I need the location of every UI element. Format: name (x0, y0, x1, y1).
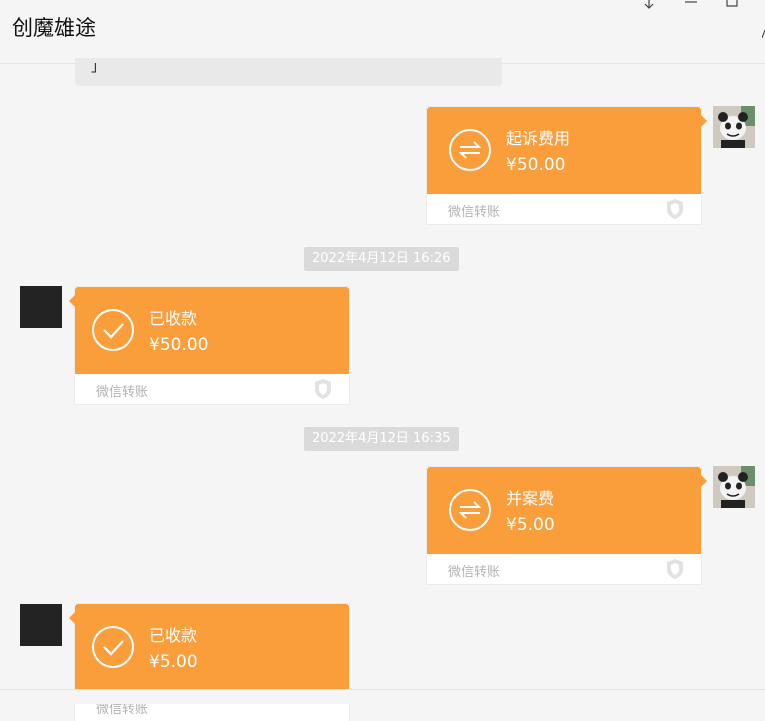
pin-icon[interactable] (641, 0, 657, 12)
bubble-tail (701, 475, 707, 487)
bubble-tail (69, 295, 75, 307)
shield-icon (667, 199, 683, 219)
received-card-body: 已收款 ¥50.00 (69, 287, 349, 374)
received-title: 已收款 (149, 309, 198, 328)
maximize-icon[interactable] (724, 0, 740, 12)
transfer-card[interactable]: 起诉费用 ¥50.00 微信转账 (427, 107, 707, 224)
avatar-contact[interactable] (20, 286, 62, 328)
previous-message-bubble[interactable]: 」 (75, 58, 502, 86)
check-icon (92, 626, 134, 668)
transfer-icon (449, 129, 491, 171)
check-icon (92, 309, 134, 351)
input-area-edge (0, 689, 765, 704)
shield-icon (315, 379, 331, 399)
transfer-amount: ¥50.00 (506, 155, 566, 175)
avatar-contact[interactable] (20, 604, 62, 646)
minimize-icon[interactable] (683, 0, 699, 12)
chat-title: 创魔雄途 (12, 16, 96, 40)
transfer-footer: 微信转账 (427, 194, 701, 224)
bubble-tail (701, 115, 707, 127)
panda-avatar-icon (713, 106, 755, 148)
timestamp: 2022年4月12日 16:35 (304, 427, 459, 451)
received-footer-label: 微信转账 (96, 385, 149, 400)
transfer-title: 起诉费用 (506, 129, 571, 148)
transfer-icon (449, 489, 491, 531)
received-card[interactable]: 已收款 ¥50.00 微信转账 (69, 287, 349, 404)
transfer-footer: 微信转账 (427, 554, 701, 584)
received-amount: ¥5.00 (149, 652, 198, 672)
received-amount: ¥50.00 (149, 335, 209, 355)
title-bar: 创魔雄途 (0, 0, 765, 64)
transfer-title: 并案费 (506, 489, 555, 508)
received-card-body: 已收款 ¥5.00 (69, 604, 349, 691)
shield-icon (667, 559, 683, 579)
avatar-self[interactable] (713, 466, 755, 508)
transfer-card[interactable]: 并案费 ¥5.00 微信转账 (427, 467, 707, 584)
transfer-amount: ¥5.00 (506, 515, 555, 535)
previous-message-text: 」 (91, 59, 105, 75)
received-footer: 微信转账 (75, 374, 349, 404)
transfer-footer-label: 微信转账 (448, 205, 501, 220)
transfer-card-body: 并案费 ¥5.00 (427, 467, 707, 554)
bubble-tail (69, 612, 75, 624)
avatar-self[interactable] (713, 106, 755, 148)
transfer-card-body: 起诉费用 ¥50.00 (427, 107, 707, 194)
timestamp: 2022年4月12日 16:26 (304, 247, 459, 271)
panda-avatar-icon (713, 466, 755, 508)
received-title: 已收款 (149, 626, 198, 645)
transfer-footer-label: 微信转账 (448, 565, 501, 580)
